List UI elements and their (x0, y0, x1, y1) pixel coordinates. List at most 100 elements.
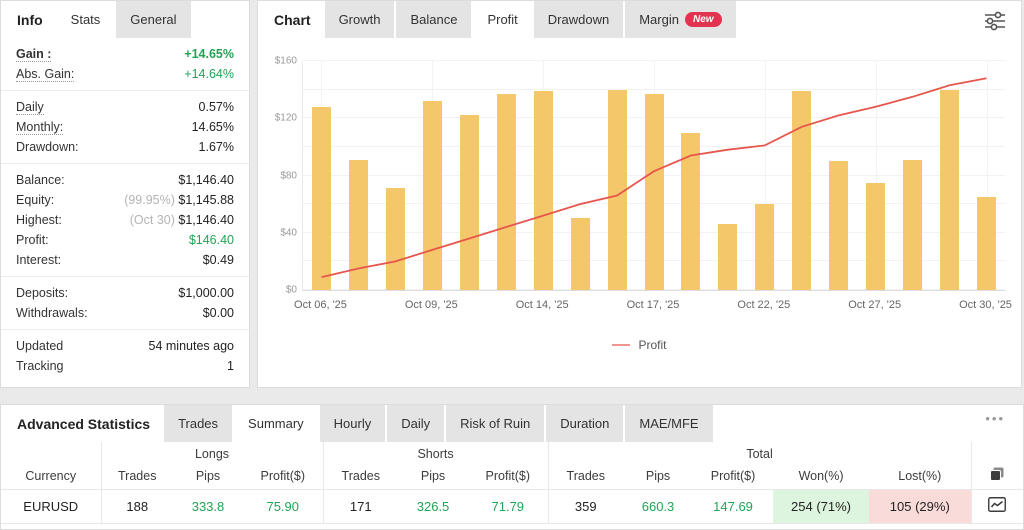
tab-label: Drawdown (547, 12, 610, 27)
group-longs: Longs (100, 442, 324, 463)
tab-duration[interactable]: Duration (546, 405, 624, 442)
tab-trades[interactable]: Trades (164, 405, 233, 442)
chart-tabbar: Chart Growth Balance Profit Drawdown Margin N… (258, 1, 1021, 38)
cell-currency: EURUSD (1, 488, 101, 524)
stat-label: Profit: (16, 233, 49, 247)
advanced-tabs: Trades Summary Hourly Daily Risk of Ruin Dura… (164, 405, 715, 442)
stat-gain: Gain : +14.65% (16, 44, 234, 64)
col-shorts-trades: Trades (322, 463, 399, 489)
chart-panel: Chart Growth Balance Profit Drawdown Margin N… (257, 0, 1022, 388)
x-axis-label: Oct 17, '25 (626, 299, 680, 311)
tab-general[interactable]: General (116, 1, 191, 38)
stat-label: Tracking (16, 359, 64, 373)
tab-balance[interactable]: Balance (396, 1, 472, 38)
new-badge: New (684, 12, 722, 27)
chart-legend[interactable]: Profit (258, 338, 1021, 352)
tab-label: Risk of Ruin (460, 416, 531, 431)
tab-mae-mfe[interactable]: MAE/MFE (625, 405, 713, 442)
copy-icon[interactable] (989, 466, 1005, 482)
stat-label: Interest: (16, 253, 62, 267)
stat-monthly: Monthly: 14.65% (16, 117, 234, 137)
top-row: Info Stats General Gain : +14.65% Abs. Gain… (0, 0, 1024, 388)
col-currency: Currency (25, 468, 77, 483)
table-group-header-row: Longs Shorts Total (1, 442, 1024, 463)
stats-rows: Gain : +14.65% Abs. Gain: +14.64% Daily 0.57%… (1, 38, 249, 382)
info-title[interactable]: Info (17, 12, 43, 28)
tab-risk-of-ruin[interactable]: Risk of Ruin (446, 405, 545, 442)
col-won: Won(%) (798, 468, 844, 483)
stat-value-prefix: (99.95%) (124, 193, 179, 207)
tab-label: Balance (410, 12, 458, 27)
stat-label: Deposits: (16, 286, 69, 300)
stat-value: $0.00 (202, 306, 234, 320)
col-total-profit: Profit($) (710, 468, 756, 483)
tab-profit[interactable]: Profit (473, 1, 532, 38)
stat-label: Balance: (16, 173, 65, 187)
col-shorts-profit: Profit($) (485, 468, 530, 483)
col-lost: Lost(%) (898, 468, 942, 483)
x-axis-label: Oct 06, '25 (294, 299, 347, 311)
tab-stats[interactable]: Stats (56, 1, 115, 38)
tab-label: Stats (70, 12, 101, 27)
stats-tabs: Stats General (56, 1, 193, 38)
y-axis-label: $40 (280, 227, 297, 239)
advanced-statistics-panel: Advanced Statistics Trades Summary Hourly D… (0, 404, 1024, 530)
x-axis-label: Oct 27, '25 (848, 299, 902, 311)
stat-group: Gain : +14.65% Abs. Gain: +14.64% (1, 38, 249, 91)
cell-won: 254 (71%) (773, 488, 870, 524)
group-shorts: Shorts (322, 442, 549, 463)
stat-group: Balance: $1,146.40 Equity: (99.95%) $1,145.… (1, 164, 249, 277)
cell-total-profit: 147.69 (693, 488, 774, 524)
stat-value: 0.57% (198, 100, 234, 114)
chart-title[interactable]: Chart (274, 12, 311, 28)
x-axis-label: Oct 22, '25 (737, 299, 791, 311)
tab-label: Margin (639, 12, 679, 27)
stat-value: (Oct 30) $1,146.40 (129, 213, 234, 227)
stat-label: Highest: (16, 213, 62, 227)
legend-label: Profit (638, 338, 667, 352)
tab-label: Hourly (333, 416, 372, 431)
x-axis-label: Oct 14, '25 (515, 299, 569, 311)
stat-group: Deposits: $1,000.00 Withdrawals: $0.00 (1, 277, 249, 330)
cell-lost: 105 (29%) (869, 488, 972, 524)
stat-profit: Profit: $146.40 (16, 230, 234, 250)
tab-label: Daily (401, 416, 431, 431)
stat-equity: Equity: (99.95%) $1,145.88 (16, 190, 234, 210)
advanced-statistics-title[interactable]: Advanced Statistics (17, 416, 150, 432)
col-longs-trades: Trades (100, 463, 173, 489)
stat-deposits: Deposits: $1,000.00 (16, 283, 234, 303)
y-axis-label: $120 (274, 112, 297, 124)
stat-value: $0.49 (202, 253, 234, 267)
cell-longs-trades: 188 (100, 488, 173, 524)
col-shorts-pips: Pips (420, 468, 446, 483)
stat-group: Updated 54 minutes ago Tracking 1 (1, 330, 249, 382)
cell-shorts-pips: 326.5 (398, 488, 469, 524)
stat-interest: Interest: $0.49 (16, 250, 234, 270)
stat-balance: Balance: $1,146.40 (16, 170, 234, 190)
chart-view-icon[interactable] (988, 497, 1007, 512)
more-options-button[interactable]: ••• (985, 411, 1005, 426)
stat-abs-gain: Abs. Gain: +14.64% (16, 64, 234, 84)
cell-total-pips: 660.3 (623, 488, 694, 524)
tab-label: Trades (178, 416, 219, 431)
stat-value: $1,000.00 (178, 286, 234, 300)
table-column-header-row: Currency Trades Pips Profit($) Trades Pi… (1, 463, 1024, 489)
profit-line (321, 77, 987, 278)
tab-daily[interactable]: Daily (387, 405, 445, 442)
stat-value-prefix: (Oct 30) (129, 213, 179, 227)
tab-growth[interactable]: Growth (324, 1, 395, 38)
chart-settings-icon[interactable] (983, 11, 1007, 36)
cell-longs-pips: 333.8 (173, 488, 243, 524)
y-axis-label: $160 (274, 55, 297, 67)
group-total: Total (547, 442, 972, 463)
profit-chart: $0 $40 $80 $120 $160 (275, 56, 1005, 296)
tab-drawdown[interactable]: Drawdown (533, 1, 624, 38)
stat-value: 1 (227, 359, 234, 373)
tab-summary[interactable]: Summary (234, 405, 318, 442)
table-row[interactable]: EURUSD 188 333.8 75.90 171 326.5 71.79 3… (1, 488, 1024, 524)
stat-label: Abs. Gain: (16, 66, 75, 82)
tab-margin[interactable]: Margin New (625, 1, 736, 38)
cell-shorts-profit: 71.79 (468, 488, 549, 524)
col-total-pips: Pips (645, 468, 671, 483)
tab-hourly[interactable]: Hourly (319, 405, 386, 442)
